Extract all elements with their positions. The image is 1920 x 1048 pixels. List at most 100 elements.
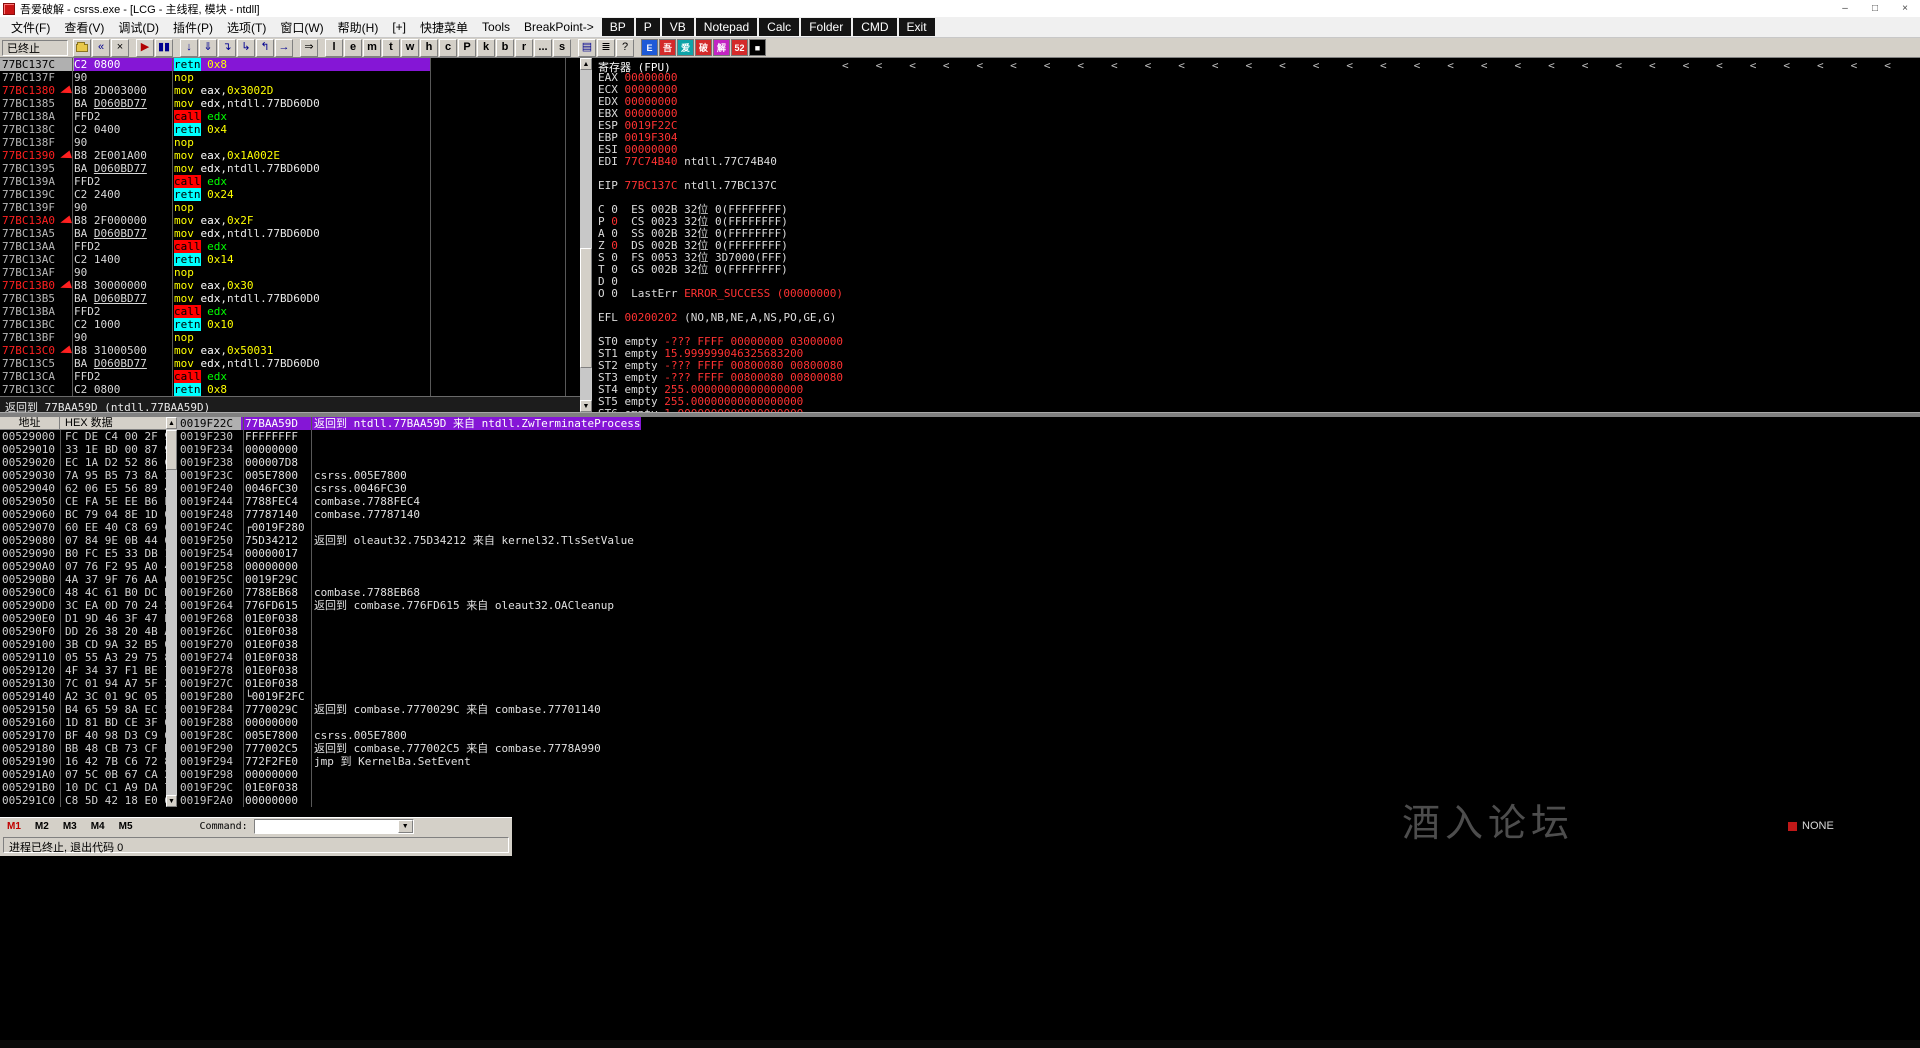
toolbar-letter-button-P[interactable]: P xyxy=(458,39,476,57)
toolbar-letter-button-k[interactable]: k xyxy=(477,39,495,57)
disassembly-pane[interactable]: 77BC137CC2 0800retn 0x877BC137F90nop77BC… xyxy=(0,58,580,396)
stack-row[interactable]: 0019F27801E0F038 xyxy=(177,664,1920,677)
register-row[interactable]: P 0 CS 0023 32位 0(FFFFFFFF) xyxy=(592,216,1920,228)
stack-row[interactable]: 0019F25075D34212返回到 oleaut32.75D34212 来自… xyxy=(177,534,1920,547)
menu-item[interactable]: Tools xyxy=(475,18,517,36)
stack-row[interactable]: 0019F29C01E0F038 xyxy=(177,781,1920,794)
command-input[interactable]: ▼ xyxy=(254,819,414,834)
options-icon[interactable]: ▤ xyxy=(578,39,596,57)
plugin-icon[interactable]: 52 xyxy=(731,39,748,56)
stack-row[interactable]: 0019F25C0019F29C xyxy=(177,573,1920,586)
disasm-row[interactable]: 77BC139CC2 2400retn 0x24 xyxy=(0,188,580,201)
menu-shortcut-button[interactable]: CMD xyxy=(853,18,896,36)
menu-shortcut-button[interactable]: Exit xyxy=(899,18,935,36)
execute-till-user-icon[interactable]: → xyxy=(275,39,293,57)
toolbar-letter-button-m[interactable]: m xyxy=(363,39,381,57)
disasm-row[interactable]: 77BC13CAFFD2call edx xyxy=(0,370,580,383)
disasm-row[interactable]: 77BC139F90nop xyxy=(0,201,580,214)
stack-row[interactable]: 0019F280└0019F2FC xyxy=(177,690,1920,703)
toolbar-letter-button-w[interactable]: w xyxy=(401,39,419,57)
hex-dump-row[interactable]: 005291204F 34 37 F1 BE 7 xyxy=(0,664,166,677)
close-button[interactable]: × xyxy=(1890,0,1920,17)
disasm-row[interactable]: 77BC13A0B8 2F000000mov eax,0x2F xyxy=(0,214,580,227)
stack-row[interactable]: 0019F2607788EB68combase.7788EB68 xyxy=(177,586,1920,599)
menu-item[interactable]: 插件(P) xyxy=(166,17,220,38)
disasm-row[interactable]: 77BC13BCC2 1000retn 0x10 xyxy=(0,318,580,331)
toolbar-letter-button-h[interactable]: h xyxy=(420,39,438,57)
stack-row[interactable]: 0019F26801E0F038 xyxy=(177,612,1920,625)
disasm-row[interactable]: 77BC138F90nop xyxy=(0,136,580,149)
toolbar-letter-button-r[interactable]: r xyxy=(515,39,533,57)
stack-row[interactable]: 0019F28C005E7800csrss.005E7800 xyxy=(177,729,1920,742)
column-separator[interactable] xyxy=(172,58,173,396)
restart-icon[interactable]: « xyxy=(92,39,110,57)
dropdown-arrow-icon[interactable]: ▼ xyxy=(398,820,413,833)
stack-row[interactable]: 0019F25800000000 xyxy=(177,560,1920,573)
register-row[interactable]: ECX 00000000 xyxy=(592,84,1920,96)
toolbar-letter-button-dotdotdot[interactable]: ... xyxy=(534,39,552,57)
plugin-icon[interactable]: E xyxy=(641,39,658,56)
hex-dump-row[interactable]: 005290C048 4C 61 B0 DC D xyxy=(0,586,166,599)
register-row[interactable]: EBX 00000000 xyxy=(592,108,1920,120)
menu-shortcut-button[interactable]: VB xyxy=(662,18,694,36)
hex-dump-row[interactable]: 0052901033 1E BD 00 87 9 xyxy=(0,443,166,456)
register-row[interactable]: A 0 SS 002B 32位 0(FFFFFFFF) xyxy=(592,228,1920,240)
menu-shortcut-button[interactable]: Calc xyxy=(759,18,799,36)
disasm-row[interactable]: 77BC1395BA D060BD77mov edx,ntdll.77BD60D… xyxy=(0,162,580,175)
open-file-icon[interactable] xyxy=(73,39,91,57)
stack-row[interactable]: 0019F230FFFFFFFF xyxy=(177,430,1920,443)
tab-m1[interactable]: M1 xyxy=(7,821,21,832)
hex-dump-row[interactable]: 005290B04A 37 9F 76 AA 0 xyxy=(0,573,166,586)
hex-dump-row[interactable]: 00529000FC DE C4 00 2F 9 xyxy=(0,430,166,443)
scroll-up-icon[interactable]: ▲ xyxy=(166,417,177,429)
toolbar-letter-button-e[interactable]: e xyxy=(344,39,362,57)
registers-pane[interactable]: 寄存器 (FPU) <<<<<<<<<<<<<<<<<<<<<<<<<<<<<<… xyxy=(592,58,1920,412)
scroll-down-icon[interactable]: ▼ xyxy=(580,400,592,412)
menu-shortcut-button[interactable]: Notepad xyxy=(696,18,757,36)
hex-dump-row[interactable]: 005290A007 76 F2 95 A0 4 xyxy=(0,560,166,573)
stack-row[interactable]: 0019F28800000000 xyxy=(177,716,1920,729)
column-separator[interactable] xyxy=(430,58,431,396)
run-icon[interactable]: ▶ xyxy=(136,39,154,57)
stack-row[interactable]: 0019F2A000000000 xyxy=(177,794,1920,807)
column-separator[interactable] xyxy=(60,430,61,807)
hex-dump-row[interactable]: 005290F0DD 26 38 20 4B A xyxy=(0,625,166,638)
stack-row[interactable]: 0019F2447788FEC4combase.7788FEC4 xyxy=(177,495,1920,508)
disasm-row[interactable]: 77BC1380B8 2D003000mov eax,0x3002D xyxy=(0,84,580,97)
register-row[interactable]: EDX 00000000 xyxy=(592,96,1920,108)
stack-row[interactable]: 0019F290777002C5返回到 combase.777002C5 来自 … xyxy=(177,742,1920,755)
hex-column-header[interactable]: HEX 数据 xyxy=(60,417,166,429)
hex-dump-row[interactable]: 00529180BB 48 CB 73 CF D xyxy=(0,742,166,755)
menu-item[interactable]: 调试(D) xyxy=(111,17,166,38)
pause-icon[interactable]: ▮▮ xyxy=(155,39,173,57)
stack-row[interactable]: 0019F238000007D8 xyxy=(177,456,1920,469)
hex-dump-row[interactable]: 005291601D 81 BD CE 3F 6 xyxy=(0,716,166,729)
disasm-row[interactable]: 77BC137CC2 0800retn 0x8 xyxy=(0,58,580,71)
hex-dump-row[interactable]: 005291003B CD 9A 32 B5 0 xyxy=(0,638,166,651)
toolbar-letter-button-c[interactable]: c xyxy=(439,39,457,57)
hex-dump-row[interactable]: 005290D03C EA 0D 70 24 5 xyxy=(0,599,166,612)
plugin-icon[interactable]: ■ xyxy=(749,39,766,56)
hex-dump-row[interactable]: 00529020EC 1A D2 52 86 C xyxy=(0,456,166,469)
register-row[interactable]: O 0 LastErr ERROR_SUCCESS (00000000) xyxy=(592,288,1920,300)
plugin-icon[interactable]: 破 xyxy=(695,39,712,56)
stack-row[interactable]: 0019F24877787140combase.77787140 xyxy=(177,508,1920,521)
stack-row[interactable]: 0019F2400046FC30csrss.0046FC30 xyxy=(177,482,1920,495)
menu-shortcut-button[interactable]: Folder xyxy=(801,18,851,36)
register-row[interactable] xyxy=(592,192,1920,204)
stack-row[interactable]: 0019F294772F2FE0jmp 到 KernelBa.SetEvent xyxy=(177,755,1920,768)
hex-dump-row[interactable]: 00529150B4 65 59 8A EC 5 xyxy=(0,703,166,716)
plugin-icon[interactable]: 解 xyxy=(713,39,730,56)
minimize-button[interactable]: – xyxy=(1830,0,1860,17)
trace-over-icon[interactable]: ↳ xyxy=(237,39,255,57)
disasm-row[interactable]: 77BC13AF90nop xyxy=(0,266,580,279)
stack-row[interactable]: 0019F25400000017 xyxy=(177,547,1920,560)
column-separator[interactable] xyxy=(565,58,566,396)
register-row[interactable]: EIP 77BC137C ntdll.77BC137C xyxy=(592,180,1920,192)
stack-row[interactable]: 0019F27401E0F038 xyxy=(177,651,1920,664)
hex-dump-row[interactable]: 00529090B0 FC E5 33 DB 1 xyxy=(0,547,166,560)
hex-dump-row[interactable]: 0052904062 06 E5 56 89 4 xyxy=(0,482,166,495)
tab-m2[interactable]: M2 xyxy=(35,821,49,832)
stack-row[interactable]: 0019F23C005E7800csrss.005E7800 xyxy=(177,469,1920,482)
command-input-field[interactable] xyxy=(255,820,398,833)
